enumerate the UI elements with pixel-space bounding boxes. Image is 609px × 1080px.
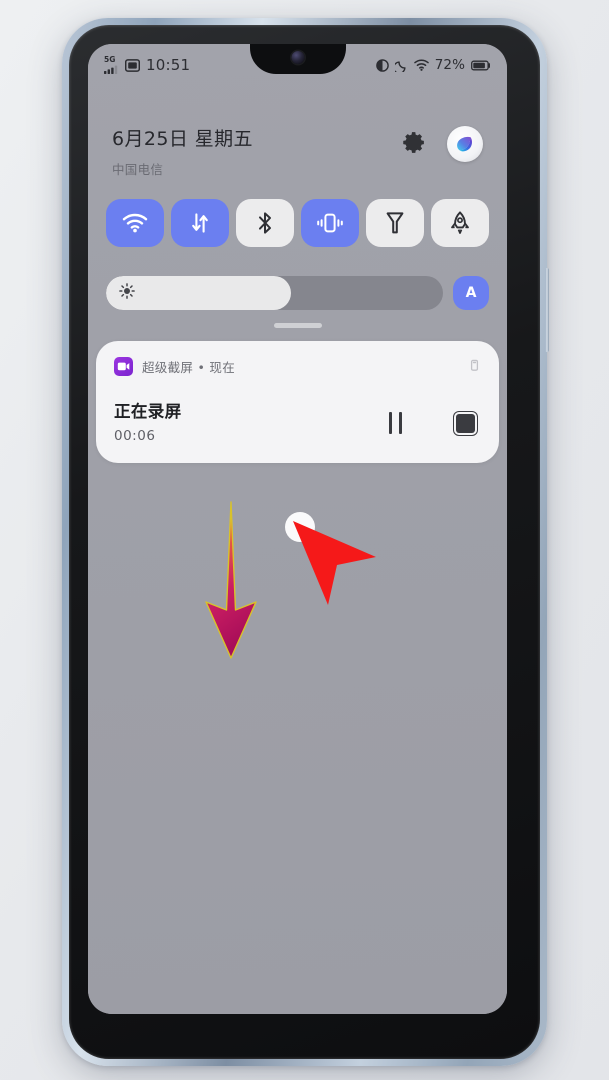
panel-carrier: 中国电信 xyxy=(112,162,164,177)
rocket-icon xyxy=(451,211,469,234)
chevron-down-icon[interactable] xyxy=(468,357,481,376)
notification-source-text: 超级截屏 • 现在 xyxy=(142,360,236,375)
pause-button[interactable] xyxy=(389,412,402,435)
brightness-sun-icon xyxy=(119,283,135,303)
bluetooth-icon xyxy=(259,212,271,234)
theme-avatar-glyph xyxy=(457,136,472,152)
cursor-arrow-glyph xyxy=(293,521,376,605)
chevron-down-glyph xyxy=(470,359,479,371)
header-actions xyxy=(402,122,483,162)
flashlight-toggle[interactable] xyxy=(366,199,424,247)
swipe-down-arrow xyxy=(205,501,257,659)
quick-settings-row xyxy=(88,199,507,247)
notification-timer: 00:06 xyxy=(114,427,156,444)
boost-toggle[interactable] xyxy=(431,199,489,247)
front-camera-icon xyxy=(291,51,304,64)
power-button[interactable] xyxy=(545,268,549,352)
notification-source: 超级截屏 • 现在 xyxy=(114,357,235,376)
status-bar-right: 72% xyxy=(375,57,491,73)
notification-title: 正在录屏 xyxy=(114,402,182,421)
brightness-row: A xyxy=(88,276,507,310)
sim-card-icon xyxy=(125,58,140,72)
vibrate-icon xyxy=(317,213,343,233)
screen-recorder-icon xyxy=(114,357,133,376)
waterdrop-notch xyxy=(249,44,346,74)
sun-glyph xyxy=(119,283,135,299)
brightness-slider[interactable] xyxy=(106,276,443,310)
video-camera-glyph xyxy=(117,362,130,371)
cellular-signal-icon: 5G xyxy=(104,56,119,74)
date-block: 6月25日 星期五 中国电信 xyxy=(112,122,253,178)
pause-bar-right xyxy=(399,412,402,435)
panel-header: 6月25日 星期五 中国电信 xyxy=(88,122,507,178)
gear-icon[interactable] xyxy=(402,130,427,159)
gear-icon-svg xyxy=(403,131,424,153)
data-arrows-icon xyxy=(192,213,208,233)
eye-protect-icon xyxy=(375,58,389,72)
panel-date: 6月25日 星期五 xyxy=(112,128,253,150)
panel-drag-handle[interactable] xyxy=(273,323,322,328)
battery-icon xyxy=(471,60,490,70)
mobile-data-toggle[interactable] xyxy=(171,199,229,247)
notification-card[interactable]: 超级截屏 • 现在 正在录屏 00:06 xyxy=(96,341,499,463)
flashlight-icon xyxy=(386,212,404,234)
signal-bars-icon xyxy=(104,65,118,74)
battery-percent-label: 72% xyxy=(434,57,465,73)
theme-avatar-icon[interactable] xyxy=(447,126,483,162)
wifi-icon xyxy=(122,213,148,233)
mouse-cursor xyxy=(285,512,376,605)
pause-bar-left xyxy=(389,412,392,435)
notification-body: 正在录屏 00:06 xyxy=(114,402,481,445)
network-type-label: 5G xyxy=(104,55,116,65)
wifi-icon xyxy=(413,59,429,71)
notification-actions xyxy=(389,412,481,435)
notification-header: 超级截屏 • 现在 xyxy=(114,357,481,376)
auto-brightness-button[interactable]: A xyxy=(453,276,489,310)
stop-icon xyxy=(456,413,475,433)
vibrate-toggle[interactable] xyxy=(301,199,359,247)
bluetooth-toggle[interactable] xyxy=(236,199,294,247)
status-bar-clock: 10:51 xyxy=(146,56,191,74)
status-bar-left: 5G 10:51 xyxy=(104,56,190,74)
stop-button[interactable] xyxy=(456,413,475,433)
wifi-toggle[interactable] xyxy=(106,199,164,247)
notification-texts: 正在录屏 00:06 xyxy=(114,402,182,445)
moon-icon xyxy=(394,60,406,72)
